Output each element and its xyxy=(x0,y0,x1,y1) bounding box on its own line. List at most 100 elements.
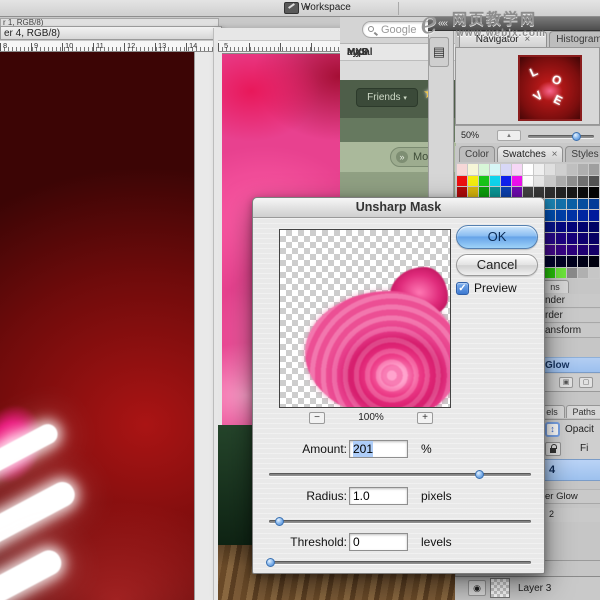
close-icon[interactable]: × xyxy=(524,34,530,45)
tab-histogram[interactable]: Histogram xyxy=(549,31,600,47)
workspace-button[interactable]: Workspace▾ xyxy=(301,1,396,16)
color-swatch[interactable] xyxy=(523,164,533,175)
color-swatch[interactable] xyxy=(545,176,555,187)
tool-options-icon[interactable] xyxy=(284,2,299,14)
color-swatch[interactable] xyxy=(567,210,577,221)
color-swatch[interactable] xyxy=(545,245,555,256)
threshold-input[interactable]: 0 xyxy=(349,533,408,551)
radius-slider[interactable] xyxy=(269,520,531,523)
color-swatch[interactable] xyxy=(589,187,599,198)
color-swatch[interactable] xyxy=(523,176,533,187)
navigator-zoom-value[interactable]: 50% xyxy=(461,130,479,140)
tab-paths[interactable]: Paths xyxy=(566,405,600,418)
color-swatch[interactable] xyxy=(567,222,577,233)
color-swatch[interactable] xyxy=(501,164,511,175)
amount-input[interactable]: 201 xyxy=(349,440,408,458)
slider-knob[interactable] xyxy=(475,470,484,479)
slider-knob[interactable] xyxy=(275,517,284,526)
color-swatch[interactable] xyxy=(578,199,588,210)
color-swatch[interactable] xyxy=(556,256,566,267)
cancel-button[interactable]: Cancel xyxy=(456,254,538,276)
color-swatch[interactable] xyxy=(490,164,500,175)
lock-icon[interactable] xyxy=(545,442,561,456)
slider-knob[interactable] xyxy=(572,132,581,141)
color-swatch[interactable] xyxy=(578,210,588,221)
color-swatch[interactable] xyxy=(556,222,566,233)
color-swatch[interactable] xyxy=(468,164,478,175)
collapse-panels-icon[interactable]: «« xyxy=(438,18,447,29)
color-swatch[interactable] xyxy=(589,164,599,175)
color-swatch[interactable] xyxy=(534,164,544,175)
color-swatch[interactable] xyxy=(545,187,555,198)
tab-color[interactable]: Color xyxy=(459,146,495,162)
color-swatch[interactable] xyxy=(578,222,588,233)
color-swatch[interactable] xyxy=(578,256,588,267)
color-swatch[interactable] xyxy=(545,268,555,279)
red-love-canvas[interactable] xyxy=(0,52,194,600)
color-swatch[interactable] xyxy=(523,187,533,198)
color-swatch[interactable] xyxy=(468,187,478,198)
color-swatch[interactable] xyxy=(479,187,489,198)
navigator-zoom-slider[interactable] xyxy=(528,135,594,138)
color-swatch[interactable] xyxy=(512,176,522,187)
color-swatch[interactable] xyxy=(556,245,566,256)
color-swatch[interactable] xyxy=(457,176,467,187)
color-swatch[interactable] xyxy=(589,222,599,233)
color-swatch[interactable] xyxy=(556,176,566,187)
color-swatch[interactable] xyxy=(578,233,588,244)
color-swatch[interactable] xyxy=(567,245,577,256)
bookmark-item[interactable]: MyS xyxy=(347,47,368,58)
color-swatch[interactable] xyxy=(589,268,599,279)
layer-thumbnail[interactable] xyxy=(490,578,510,598)
color-swatch[interactable] xyxy=(567,256,577,267)
color-swatch[interactable] xyxy=(501,176,511,187)
color-swatch[interactable] xyxy=(556,233,566,244)
ok-button[interactable]: OK xyxy=(456,225,538,249)
color-swatch[interactable] xyxy=(556,210,566,221)
color-swatch[interactable] xyxy=(589,245,599,256)
friends-button[interactable]: Friends ▾ xyxy=(356,88,418,107)
color-swatch[interactable] xyxy=(578,164,588,175)
color-swatch[interactable] xyxy=(512,187,522,198)
tab-navigator[interactable]: Navigator × xyxy=(459,31,547,47)
amount-slider[interactable] xyxy=(269,473,531,476)
navigator-thumbnail[interactable]: LOVE xyxy=(518,55,582,121)
panel-icon-button[interactable]: ▢ xyxy=(579,377,593,388)
color-swatch[interactable] xyxy=(567,233,577,244)
color-swatch[interactable] xyxy=(534,176,544,187)
slider-knob[interactable] xyxy=(266,558,275,567)
color-swatch[interactable] xyxy=(589,176,599,187)
zoom-in-button[interactable]: + xyxy=(417,412,433,424)
color-swatch[interactable] xyxy=(589,199,599,210)
color-swatch[interactable] xyxy=(556,199,566,210)
tab-styles[interactable]: Styles xyxy=(565,146,600,162)
color-swatch[interactable] xyxy=(545,256,555,267)
color-swatch[interactable] xyxy=(578,187,588,198)
color-swatch[interactable] xyxy=(545,210,555,221)
info-panel-icon[interactable]: ▤ xyxy=(429,37,449,67)
color-swatch[interactable] xyxy=(567,176,577,187)
color-swatch[interactable] xyxy=(501,187,511,198)
dialog-title[interactable]: Unsharp Mask xyxy=(253,198,544,218)
color-swatch[interactable] xyxy=(567,268,577,279)
color-swatch[interactable] xyxy=(556,164,566,175)
color-swatch[interactable] xyxy=(545,164,555,175)
color-swatch[interactable] xyxy=(479,164,489,175)
filter-preview[interactable] xyxy=(279,229,451,408)
color-swatch[interactable] xyxy=(545,222,555,233)
stepper-icon[interactable]: ↕ xyxy=(545,422,560,437)
threshold-slider[interactable] xyxy=(269,561,531,564)
color-swatch[interactable] xyxy=(589,233,599,244)
color-swatch[interactable] xyxy=(567,164,577,175)
color-swatch[interactable] xyxy=(457,164,467,175)
color-swatch[interactable] xyxy=(545,199,555,210)
color-swatch[interactable] xyxy=(556,187,566,198)
list-panel-tab[interactable]: ns xyxy=(541,280,569,293)
color-swatch[interactable] xyxy=(545,233,555,244)
preview-checkbox[interactable]: ✓ xyxy=(456,282,469,295)
color-swatch[interactable] xyxy=(512,164,522,175)
color-swatch[interactable] xyxy=(556,268,566,279)
zoom-out-button[interactable]: − xyxy=(309,412,325,424)
tab-swatches[interactable]: Swatches × xyxy=(497,146,563,162)
color-swatch[interactable] xyxy=(490,187,500,198)
